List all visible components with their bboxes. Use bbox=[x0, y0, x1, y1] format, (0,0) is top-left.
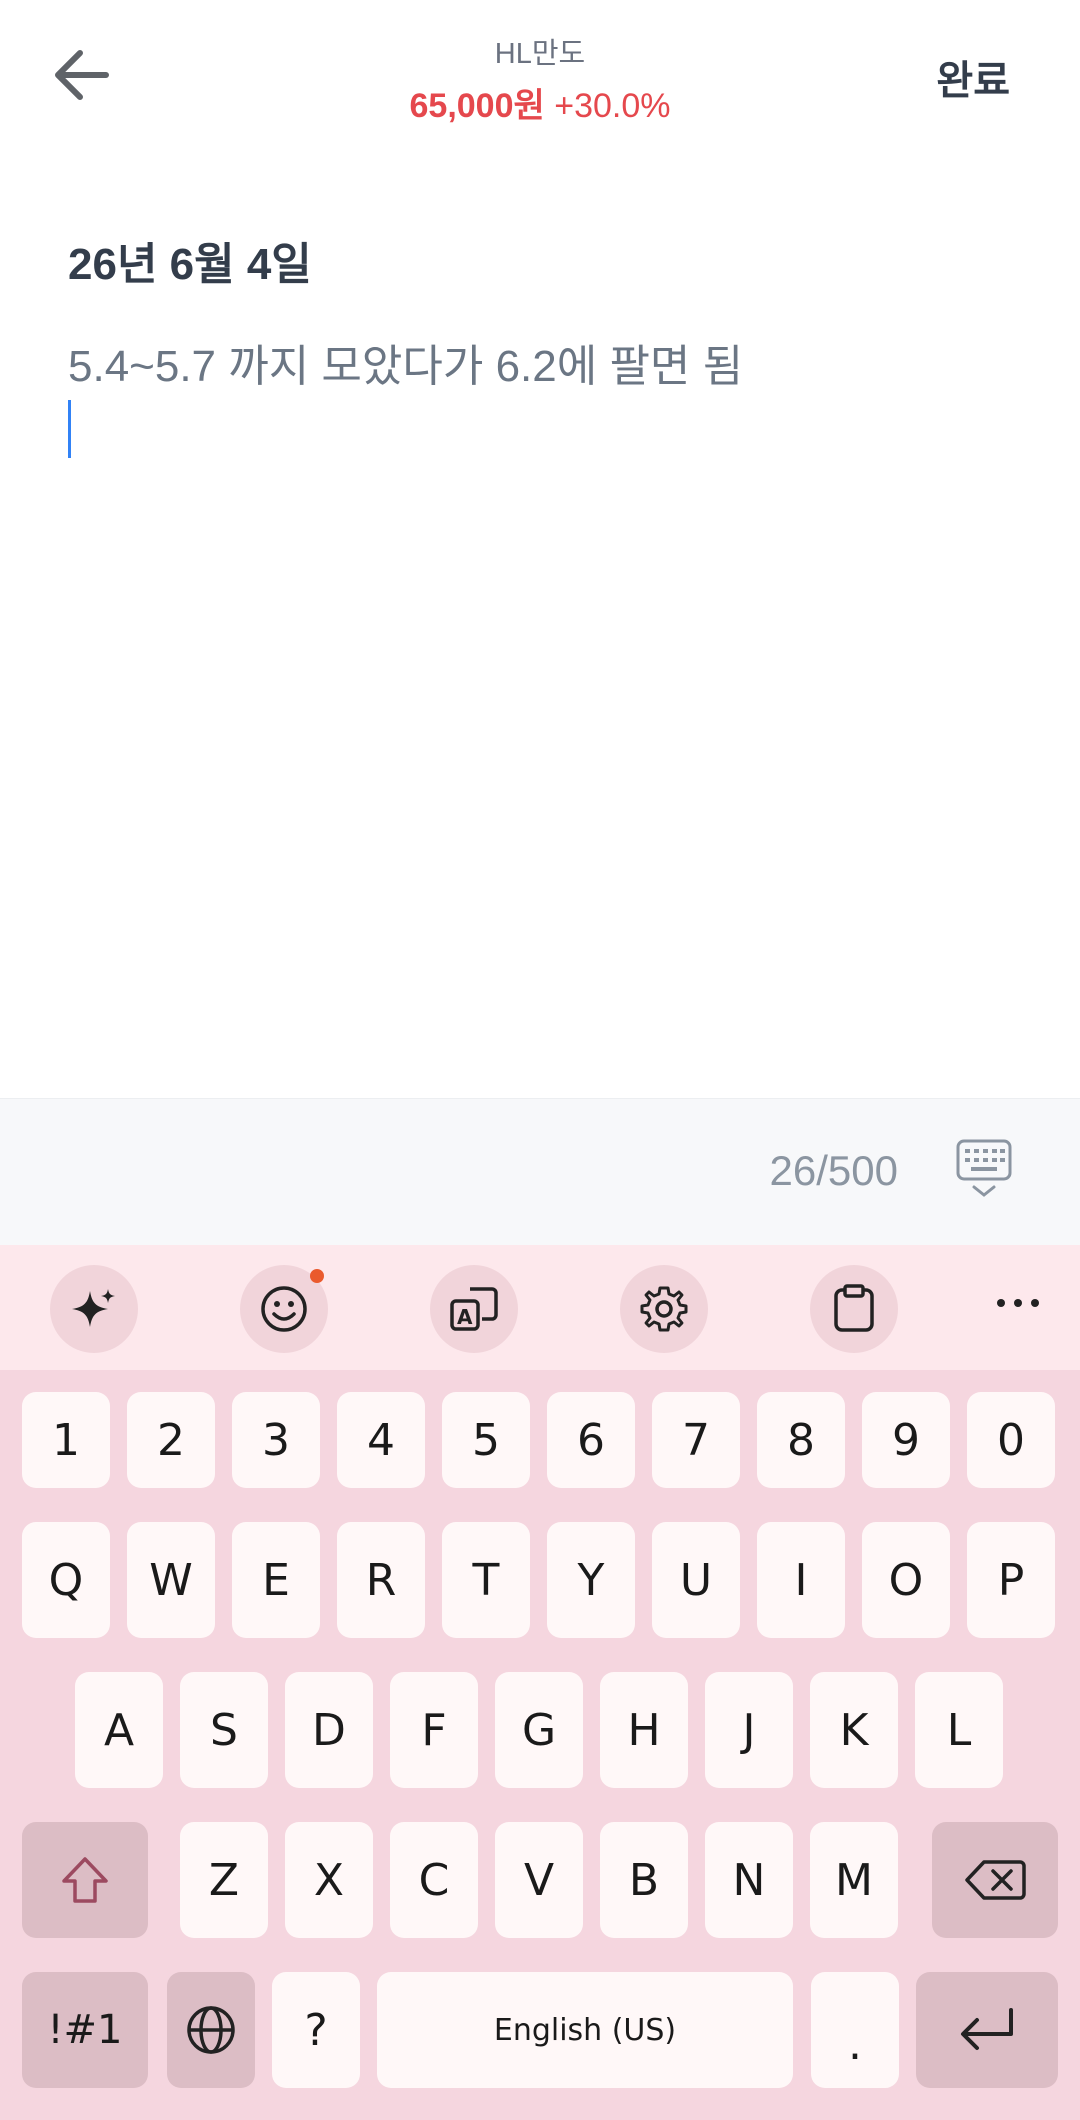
memo-text-input[interactable]: 5.4~5.7 까지 모았다가 6.2에 팔면 됨 bbox=[68, 330, 743, 394]
clipboard-button[interactable] bbox=[810, 1265, 898, 1353]
keyboard: 1234567890 QWERTYUIOP ASDFGHJKL ZXCVBNM … bbox=[0, 1370, 1080, 2120]
key-4[interactable]: 4 bbox=[337, 1392, 425, 1488]
key-q[interactable]: Q bbox=[22, 1522, 110, 1638]
key-c[interactable]: C bbox=[390, 1822, 478, 1938]
text-cursor bbox=[68, 400, 71, 458]
key-2[interactable]: 2 bbox=[127, 1392, 215, 1488]
key-f[interactable]: F bbox=[390, 1672, 478, 1788]
translate-icon: A bbox=[450, 1287, 498, 1331]
key-b[interactable]: B bbox=[600, 1822, 688, 1938]
key-a[interactable]: A bbox=[75, 1672, 163, 1788]
key-u[interactable]: U bbox=[652, 1522, 740, 1638]
key-p[interactable]: P bbox=[967, 1522, 1055, 1638]
globe-icon bbox=[187, 2006, 235, 2054]
key-t[interactable]: T bbox=[442, 1522, 530, 1638]
key-o[interactable]: O bbox=[862, 1522, 950, 1638]
more-button[interactable] bbox=[988, 1273, 1048, 1333]
stock-price: 65,000원 bbox=[409, 87, 545, 125]
period-key[interactable]: . bbox=[811, 1972, 899, 2088]
keyboard-toolbar: A bbox=[0, 1245, 1080, 1370]
key-5[interactable]: 5 bbox=[442, 1392, 530, 1488]
question-key[interactable]: ? bbox=[272, 1972, 360, 2088]
key-i[interactable]: I bbox=[757, 1522, 845, 1638]
more-icon bbox=[997, 1299, 1039, 1307]
key-y[interactable]: Y bbox=[547, 1522, 635, 1638]
key-9[interactable]: 9 bbox=[862, 1392, 950, 1488]
key-j[interactable]: J bbox=[705, 1672, 793, 1788]
stock-price-line: 65,000원 +30.0% bbox=[0, 78, 1080, 127]
key-7[interactable]: 7 bbox=[652, 1392, 740, 1488]
keyboard-hide-icon bbox=[956, 1139, 1012, 1197]
key-g[interactable]: G bbox=[495, 1672, 583, 1788]
key-6[interactable]: 6 bbox=[547, 1392, 635, 1488]
key-l[interactable]: L bbox=[915, 1672, 1003, 1788]
language-key[interactable] bbox=[167, 1972, 255, 2088]
key-z[interactable]: Z bbox=[180, 1822, 268, 1938]
translate-button[interactable]: A bbox=[430, 1265, 518, 1353]
symbols-key[interactable]: !#1 bbox=[22, 1972, 148, 2088]
shift-key[interactable] bbox=[22, 1822, 148, 1938]
backspace-key[interactable] bbox=[932, 1822, 1058, 1938]
stock-name: HL만도 bbox=[494, 38, 586, 70]
key-1[interactable]: 1 bbox=[22, 1392, 110, 1488]
sparkle-icon bbox=[72, 1289, 115, 1327]
memo-date: 26년 6월 4일 bbox=[68, 240, 312, 289]
key-8[interactable]: 8 bbox=[757, 1392, 845, 1488]
app-header: HL만도 65,000원 +30.0% 완료 bbox=[0, 0, 1080, 170]
counter-bar: 26/500 bbox=[0, 1098, 1080, 1246]
gear-icon bbox=[640, 1286, 688, 1332]
key-m[interactable]: M bbox=[810, 1822, 898, 1938]
stock-change: +30.0% bbox=[554, 87, 671, 125]
hide-keyboard-button[interactable] bbox=[956, 1139, 1012, 1203]
key-h[interactable]: H bbox=[600, 1672, 688, 1788]
key-w[interactable]: W bbox=[127, 1522, 215, 1638]
key-0[interactable]: 0 bbox=[967, 1392, 1055, 1488]
key-e[interactable]: E bbox=[232, 1522, 320, 1638]
key-d[interactable]: D bbox=[285, 1672, 373, 1788]
key-n[interactable]: N bbox=[705, 1822, 793, 1938]
key-v[interactable]: V bbox=[495, 1822, 583, 1938]
enter-key[interactable] bbox=[916, 1972, 1058, 2088]
notification-dot bbox=[310, 1269, 324, 1283]
key-r[interactable]: R bbox=[337, 1522, 425, 1638]
space-key[interactable]: English (US) bbox=[377, 1972, 793, 2088]
svg-text:A: A bbox=[457, 1305, 473, 1329]
backspace-icon bbox=[965, 1860, 1026, 1900]
character-counter: 26/500 bbox=[769, 1147, 898, 1194]
settings-button[interactable] bbox=[620, 1265, 708, 1353]
key-x[interactable]: X bbox=[285, 1822, 373, 1938]
shift-icon bbox=[62, 1857, 108, 1903]
key-3[interactable]: 3 bbox=[232, 1392, 320, 1488]
emoji-button[interactable] bbox=[240, 1265, 328, 1353]
ai-sparkle-button[interactable] bbox=[50, 1265, 138, 1353]
key-s[interactable]: S bbox=[180, 1672, 268, 1788]
emoji-icon bbox=[261, 1286, 307, 1332]
done-button[interactable]: 완료 bbox=[936, 48, 1010, 106]
enter-icon bbox=[961, 2008, 1013, 2050]
key-k[interactable]: K bbox=[810, 1672, 898, 1788]
clipboard-icon bbox=[834, 1284, 874, 1332]
